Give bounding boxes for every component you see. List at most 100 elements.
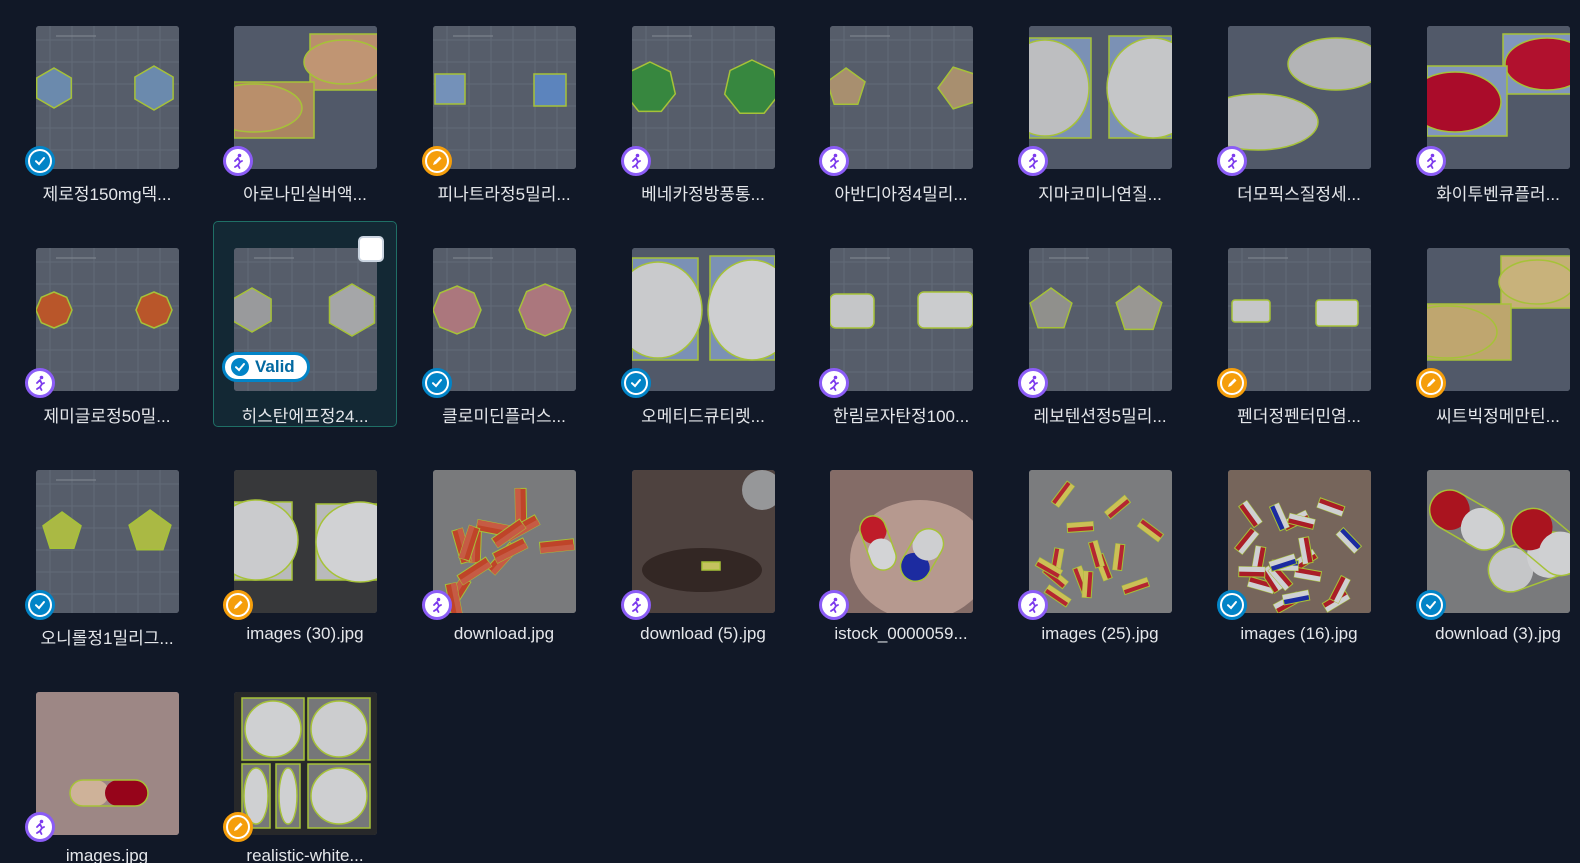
file-name: 더모픽스질정세... [1237, 185, 1361, 204]
status-badge [1416, 146, 1446, 176]
status-badge [422, 146, 452, 176]
thumbnail-image[interactable] [830, 470, 973, 613]
file-name: 제로정150mg덱... [42, 185, 172, 204]
thumbnail-image[interactable] [1228, 470, 1371, 613]
gallery-item[interactable]: download (5).jpg [612, 444, 794, 648]
shield-check-icon [30, 595, 50, 615]
pencil-icon [1421, 373, 1441, 393]
file-name: download.jpg [453, 624, 555, 643]
file-name: 아로나민실버액... [243, 185, 367, 204]
status-badge [223, 590, 253, 620]
thumbnail-image[interactable] [830, 248, 973, 391]
thumbnail-image[interactable] [1427, 248, 1570, 391]
file-name: 오니롤정1밀리그... [40, 629, 174, 648]
thumbnail-image[interactable] [433, 248, 576, 391]
status-badge [621, 146, 651, 176]
file-name: 한림로자탄정100... [832, 407, 970, 426]
status-badge [621, 368, 651, 398]
pencil-icon [1222, 373, 1242, 393]
gallery-item[interactable]: 오니롤정1밀리그... [16, 444, 198, 648]
thumbnail-image[interactable] [36, 248, 179, 391]
gallery-item[interactable]: 더모픽스질정세... [1208, 0, 1390, 204]
running-person-icon [228, 151, 248, 171]
thumbnail-image[interactable] [830, 26, 973, 169]
status-badge [1018, 146, 1048, 176]
file-name: 제미글로정50밀... [43, 407, 171, 426]
file-name: download (5).jpg [640, 624, 766, 643]
gallery-item[interactable]: images (16).jpg [1208, 444, 1390, 648]
file-name: 지마코미니연질... [1038, 185, 1162, 204]
thumbnail-image[interactable] [1427, 26, 1570, 169]
gallery-item[interactable]: images (30).jpg [214, 444, 396, 648]
gallery-item[interactable]: istock_0000059... [810, 444, 992, 648]
shield-check-icon [30, 151, 50, 171]
running-person-icon [626, 595, 646, 615]
gallery-item[interactable]: 레보텐션정5밀리... [1009, 222, 1191, 426]
gallery-item[interactable]: Valid 히스탄에프정24... [213, 221, 397, 427]
file-name: 펜더정펜터민염... [1237, 407, 1361, 426]
file-name: images.jpg [65, 846, 149, 863]
file-name: 히스탄에프정24... [241, 407, 369, 426]
thumbnail-image[interactable] [36, 26, 179, 169]
pencil-icon [427, 151, 447, 171]
file-name: images (25).jpg [1041, 624, 1159, 643]
gallery-item[interactable]: 화이투벤큐플러... [1407, 0, 1580, 204]
thumbnail-image[interactable] [1427, 470, 1570, 613]
file-name: images (30).jpg [246, 624, 364, 643]
thumbnail-image[interactable] [433, 26, 576, 169]
gallery-item[interactable]: download.jpg [413, 444, 595, 648]
select-checkbox[interactable] [358, 236, 384, 262]
status-badge [1217, 146, 1247, 176]
gallery-item[interactable]: download (3).jpg [1407, 444, 1580, 648]
thumbnail-image[interactable] [234, 692, 377, 835]
running-person-icon [824, 151, 844, 171]
status-badge [25, 146, 55, 176]
file-name: 피나트라정5밀리... [437, 185, 571, 204]
status-badge [25, 368, 55, 398]
status-badge [223, 146, 253, 176]
shield-check-icon [427, 373, 447, 393]
running-person-icon [626, 151, 646, 171]
thumbnail-image[interactable] [632, 26, 775, 169]
gallery-item[interactable]: 펜더정펜터민염... [1208, 222, 1390, 426]
thumbnail-image[interactable] [433, 470, 576, 613]
thumbnail-image[interactable] [234, 470, 377, 613]
gallery-item[interactable]: 제미글로정50밀... [16, 222, 198, 426]
gallery-item[interactable]: 베네카정방풍통... [612, 0, 794, 204]
gallery-item[interactable]: 아반디아정4밀리... [810, 0, 992, 204]
status-badge [422, 590, 452, 620]
gallery-item[interactable]: images.jpg [16, 666, 198, 863]
thumbnail-image[interactable] [632, 470, 775, 613]
gallery-item[interactable]: 아로나민실버액... [214, 0, 396, 204]
file-name: download (3).jpg [1435, 624, 1561, 643]
status-badge [819, 590, 849, 620]
gallery-item[interactable]: 지마코미니연질... [1009, 0, 1191, 204]
file-name: 아반디아정4밀리... [834, 185, 968, 204]
gallery-item[interactable]: 씨트빅정메만틴... [1407, 222, 1580, 426]
gallery-item[interactable]: 제로정150mg덱... [16, 0, 198, 204]
thumbnail-image[interactable] [1228, 248, 1371, 391]
status-badge [1416, 590, 1446, 620]
thumbnail-image[interactable] [632, 248, 775, 391]
gallery-item[interactable]: 오메티드큐티렛... [612, 222, 794, 426]
thumbnail-image[interactable] [1228, 26, 1371, 169]
gallery-item[interactable]: 클로미딘플러스... [413, 222, 595, 426]
gallery-item[interactable]: realistic-white... [214, 666, 396, 863]
thumbnail-image[interactable] [36, 692, 179, 835]
gallery-item[interactable]: 피나트라정5밀리... [413, 0, 595, 204]
gallery-item[interactable]: 한림로자탄정100... [810, 222, 992, 426]
status-badge [25, 590, 55, 620]
file-name: 화이투벤큐플러... [1436, 185, 1560, 204]
thumbnail-image[interactable] [36, 470, 179, 613]
thumbnail-image[interactable] [1029, 248, 1172, 391]
file-name: images (16).jpg [1240, 624, 1358, 643]
status-badge [1217, 590, 1247, 620]
thumbnail-image[interactable] [1029, 470, 1172, 613]
shield-check-icon [231, 358, 249, 376]
gallery-item[interactable]: images (25).jpg [1009, 444, 1191, 648]
thumbnail-image[interactable] [234, 26, 377, 169]
status-badge [819, 368, 849, 398]
running-person-icon [824, 373, 844, 393]
shield-check-icon [1421, 595, 1441, 615]
thumbnail-image[interactable] [1029, 26, 1172, 169]
